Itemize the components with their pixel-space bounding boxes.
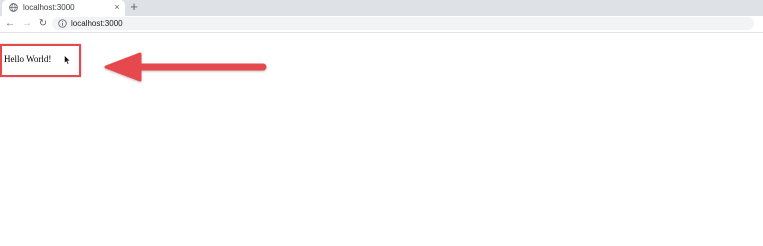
browser-window: localhost:3000 × + ← → ↻ localhost:3000 … — [0, 0, 763, 246]
tab-strip: localhost:3000 × + — [0, 0, 763, 16]
page-content: Hello World! — [0, 33, 763, 246]
reload-button[interactable]: ↻ — [37, 17, 49, 30]
address-bar[interactable]: localhost:3000 — [52, 17, 754, 30]
info-icon[interactable] — [58, 19, 67, 28]
browser-toolbar: ← → ↻ localhost:3000 — [0, 16, 763, 33]
tab-localhost[interactable]: localhost:3000 × — [2, 0, 125, 16]
url-text[interactable]: localhost:3000 — [71, 18, 123, 29]
globe-icon — [9, 3, 18, 12]
red-arrow-icon — [104, 52, 267, 82]
tab-close-icon[interactable]: × — [111, 1, 123, 13]
back-button[interactable]: ← — [4, 17, 16, 30]
new-tab-button[interactable]: + — [127, 0, 141, 14]
tab-title: localhost:3000 — [23, 3, 75, 12]
mouse-cursor-icon — [64, 55, 71, 65]
forward-button[interactable]: → — [21, 17, 33, 30]
